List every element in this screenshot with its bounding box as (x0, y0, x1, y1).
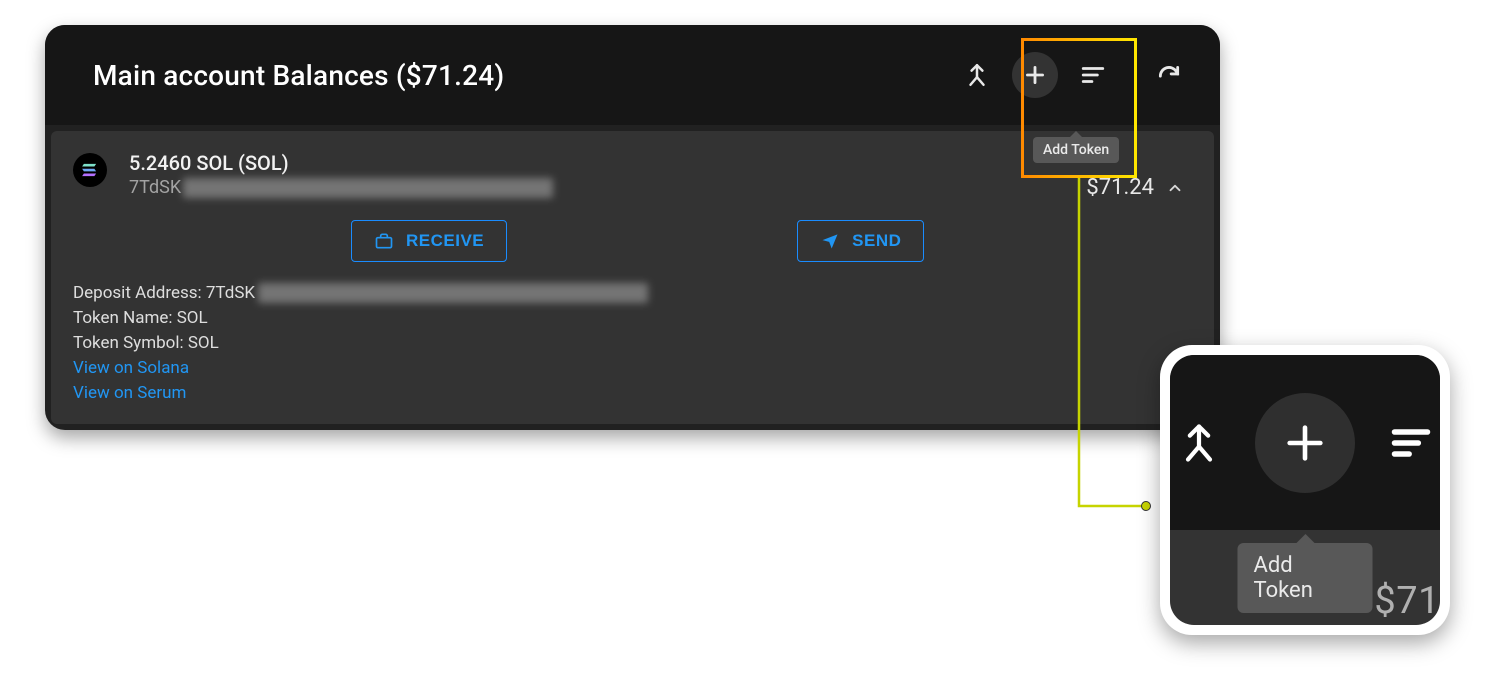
token-name-line: Token Name: SOL (73, 308, 1192, 328)
sort-icon (1389, 421, 1433, 465)
deposit-address-line: Deposit Address: 7TdSK (73, 283, 1192, 303)
zoom-add-token-tooltip: Add Token (1238, 543, 1373, 613)
redacted-address (183, 178, 553, 198)
zoom-merge-button[interactable] (1171, 415, 1227, 471)
receive-label: RECEIVE (406, 231, 484, 251)
card-header: Main account Balances ($71.24) (45, 25, 1220, 125)
token-usd-value: $71.24 (1086, 175, 1154, 200)
zoom-usd-partial: $71 (1374, 579, 1440, 623)
refresh-icon (1156, 62, 1182, 88)
token-row[interactable]: 5.2460 SOL (SOL) 7TdSK $71.24 (51, 131, 1214, 214)
page-title: Main account Balances ($71.24) (93, 59, 942, 92)
plus-icon (1282, 420, 1328, 466)
view-solana-link[interactable]: View on Solana (73, 358, 189, 378)
send-button[interactable]: SEND (797, 220, 924, 262)
receive-button[interactable]: RECEIVE (351, 220, 507, 262)
sort-icon (1080, 62, 1106, 88)
chevron-up-icon[interactable] (1166, 179, 1184, 197)
merge-icon (1177, 421, 1221, 465)
send-icon (820, 231, 840, 251)
view-serum-link[interactable]: View on Serum (73, 383, 186, 403)
send-label: SEND (852, 231, 901, 251)
plus-icon (1022, 62, 1048, 88)
zoom-add-token-button[interactable] (1255, 393, 1355, 493)
token-symbol-line: Token Symbol: SOL (73, 333, 1192, 353)
solana-icon (73, 153, 107, 187)
refresh-button[interactable] (1146, 52, 1192, 98)
briefcase-icon (374, 231, 394, 251)
address-prefix: 7TdSK (129, 177, 181, 198)
token-row-info: 5.2460 SOL (SOL) 7TdSK (129, 151, 1064, 198)
zoom-header (1170, 355, 1440, 530)
token-details: Deposit Address: 7TdSK Token Name: SOL T… (51, 262, 1214, 403)
token-row-right: $71.24 (1086, 175, 1184, 200)
token-address-short: 7TdSK (129, 177, 1064, 198)
merge-icon (964, 62, 990, 88)
merge-button[interactable] (954, 52, 1000, 98)
token-balance: 5.2460 SOL (SOL) (129, 151, 1064, 175)
zoom-inner: Add Token $71 (1170, 355, 1440, 625)
deposit-address-label: Deposit Address: 7TdSK (73, 283, 255, 303)
add-token-button[interactable] (1012, 52, 1058, 98)
redacted-deposit-address (258, 283, 648, 303)
token-actions: RECEIVE SEND (51, 220, 1214, 262)
sort-button[interactable] (1070, 52, 1116, 98)
zoom-callout: Add Token $71 (1160, 345, 1450, 635)
zoom-sort-button[interactable] (1383, 415, 1439, 471)
balances-card: Main account Balances ($71.24) (45, 25, 1220, 430)
card-body: 5.2460 SOL (SOL) 7TdSK $71.24 RECEIVE SE… (51, 131, 1214, 424)
